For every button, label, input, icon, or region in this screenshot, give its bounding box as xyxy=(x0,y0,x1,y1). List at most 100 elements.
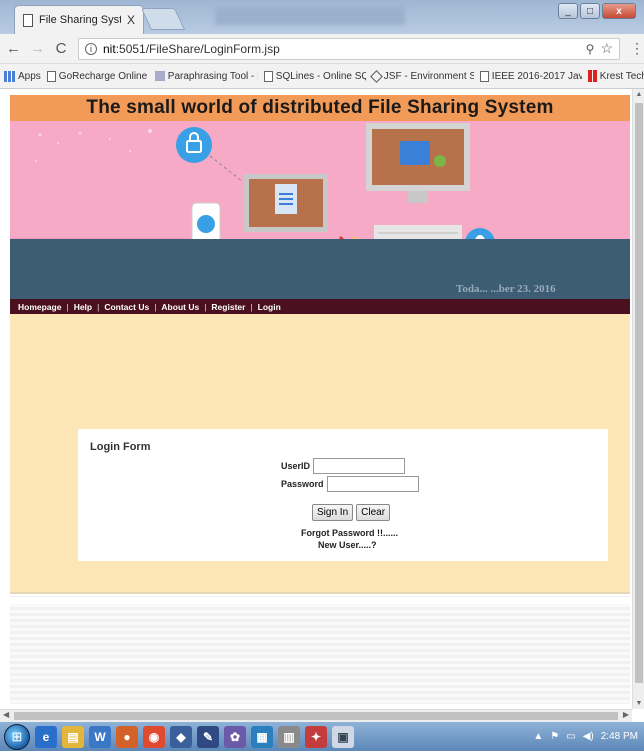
site-title-bar: The small world of distributed File Shar… xyxy=(10,95,630,121)
show-hidden-icons-icon[interactable]: ▲ xyxy=(533,731,543,742)
nav-contact-us[interactable]: Contact Us xyxy=(104,302,149,312)
nav-register[interactable]: Register xyxy=(211,302,245,312)
new-user-link[interactable]: New User.....? xyxy=(318,540,377,550)
login-form: Login Form UserID Password Sign In Clear… xyxy=(78,429,608,561)
bookmark-gorecharge[interactable]: GoRecharge Online P xyxy=(46,70,149,82)
forgot-password-link[interactable]: Forgot Password !!...... xyxy=(301,528,398,538)
volume-icon[interactable]: ◀) xyxy=(583,731,594,742)
password-row: Password xyxy=(281,476,419,492)
userid-input[interactable] xyxy=(313,458,406,474)
browser-window: File Sharing System X _ □ x ← → C i nit:… xyxy=(0,0,644,751)
tab-title: File Sharing System xyxy=(39,14,121,26)
clear-button[interactable]: Clear xyxy=(356,504,391,521)
url-text[interactable]: nit:5051/FileShare/LoginForm.jsp xyxy=(103,42,580,56)
scroll-left-arrow-icon[interactable]: ◀ xyxy=(3,710,9,719)
site-nav: Homepage | Help | Contact Us | About Us … xyxy=(10,299,630,314)
page-viewport: The small world of distributed File Shar… xyxy=(0,89,632,709)
paint-icon[interactable]: ✿ xyxy=(224,725,246,748)
app-icon[interactable]: ▣ xyxy=(332,725,354,748)
reload-icon[interactable]: C xyxy=(54,40,68,57)
close-window-button[interactable]: x xyxy=(602,3,636,19)
app-icon[interactable]: ✦ xyxy=(305,725,327,748)
start-button[interactable]: ⊞ xyxy=(4,723,30,750)
notepad-icon[interactable]: ▥ xyxy=(278,725,300,748)
tab-close-button[interactable]: X xyxy=(127,13,135,27)
footer-area xyxy=(10,604,630,704)
footer-divider xyxy=(10,596,630,597)
nav-login[interactable]: Login xyxy=(258,302,281,312)
word-icon[interactable]: W xyxy=(89,725,111,748)
media-icon[interactable]: ● xyxy=(116,725,138,748)
maximize-button[interactable]: □ xyxy=(580,3,600,19)
login-form-heading: Login Form xyxy=(90,441,151,453)
vertical-scrollbar[interactable]: ▲ ▼ xyxy=(632,89,644,709)
page-icon xyxy=(23,13,33,27)
nav-help[interactable]: Help xyxy=(74,302,92,312)
nav-homepage[interactable]: Homepage xyxy=(18,302,61,312)
new-tab-button[interactable] xyxy=(140,8,186,30)
scroll-right-arrow-icon[interactable]: ▶ xyxy=(623,710,629,719)
sign-in-button[interactable]: Sign In xyxy=(312,504,354,521)
scroll-down-arrow-icon[interactable]: ▼ xyxy=(633,700,644,707)
hscrollbar-thumb[interactable] xyxy=(14,712,618,720)
header-banner: Toda... ...ber 23. 2016 xyxy=(10,121,630,299)
horizontal-scrollbar[interactable]: ◀ ▶ xyxy=(0,709,632,722)
forward-arrow-icon[interactable]: → xyxy=(30,40,45,57)
bookmark-paraphrasing[interactable]: Paraphrasing Tool - F xyxy=(154,71,258,82)
bookmark-krest[interactable]: Krest Technology | Fr xyxy=(587,70,644,82)
banner-date: Toda... ...ber 23. 2016 xyxy=(456,283,556,295)
chrome-icon[interactable]: ◉ xyxy=(143,725,165,748)
bookmark-sqlines[interactable]: SQLines - Online SQL xyxy=(263,70,366,82)
window-controls: _ □ x xyxy=(558,3,636,19)
paraphrase-icon xyxy=(154,71,165,81)
app-icon[interactable]: ▦ xyxy=(251,725,273,748)
nav-separator: | xyxy=(204,301,207,312)
folder-icon xyxy=(400,141,430,165)
userid-label: UserID xyxy=(281,461,311,471)
scroll-up-arrow-icon[interactable]: ▲ xyxy=(633,91,644,98)
chat-icon xyxy=(197,215,215,233)
bookmark-apps[interactable]: Apps xyxy=(4,70,41,82)
windows-taskbar: ⊞ e ▤ W ● ◉ ◆ ✎ ✿ ▦ ▥ ✦ ▣ ▲ ⚑ ▭ ◀) 2:48 … xyxy=(0,722,644,751)
browser-tab[interactable]: File Sharing System X xyxy=(14,5,144,34)
blurred-window-title xyxy=(215,7,405,25)
nav-separator: | xyxy=(66,301,69,312)
menu-kebab-icon[interactable]: ⋮ xyxy=(630,40,644,57)
form-buttons: Sign In Clear xyxy=(312,504,391,521)
tab-strip: File Sharing System X _ □ x xyxy=(0,0,644,34)
nav-separator: | xyxy=(250,301,253,312)
url-host: nit xyxy=(103,41,116,56)
diamond-icon xyxy=(369,69,383,83)
flag-icon[interactable]: ⚑ xyxy=(550,731,559,742)
site-title: The small world of distributed File Shar… xyxy=(86,97,554,118)
nav-separator: | xyxy=(97,301,100,312)
explorer-icon[interactable]: ▤ xyxy=(62,725,84,748)
nav-about-us[interactable]: About Us xyxy=(161,302,199,312)
bookmark-ieee[interactable]: IEEE 2016-2017 Java. xyxy=(479,70,582,82)
tool-icon[interactable]: ✎ xyxy=(197,725,219,748)
password-label: Password xyxy=(281,479,324,489)
scrollbar-thumb[interactable] xyxy=(635,103,643,683)
info-icon[interactable]: i xyxy=(85,42,97,55)
clock[interactable]: 2:48 PM xyxy=(601,731,638,742)
url-path: :5051/FileShare/LoginForm.jsp xyxy=(115,41,280,56)
krest-icon xyxy=(587,70,592,82)
apps-grid-icon xyxy=(4,70,15,82)
browser-toolbar: ← → C i nit:5051/FileShare/LoginForm.jsp… xyxy=(0,34,644,64)
page-icon xyxy=(479,70,489,82)
nav-separator: | xyxy=(154,301,157,312)
zoom-icon[interactable]: ⚲ xyxy=(586,42,595,56)
minimize-button[interactable]: _ xyxy=(558,3,578,19)
ie-icon[interactable]: e xyxy=(35,725,57,748)
bookmarks-bar: Apps GoRecharge Online P Paraphrasing To… xyxy=(0,64,644,89)
bookmark-jsf[interactable]: JSF - Environment Set xyxy=(369,69,474,83)
shield-icon[interactable]: ◆ xyxy=(170,725,192,748)
page-icon xyxy=(46,70,56,82)
system-tray: ▲ ⚑ ▭ ◀) 2:48 PM xyxy=(533,722,638,751)
network-icon[interactable]: ▭ xyxy=(566,731,575,742)
password-input[interactable] xyxy=(326,476,419,492)
address-bar[interactable]: i nit:5051/FileShare/LoginForm.jsp ⚲ ☆ xyxy=(78,37,620,60)
back-arrow-icon[interactable]: ← xyxy=(6,40,21,57)
bookmark-star-icon[interactable]: ☆ xyxy=(600,40,613,57)
userid-row: UserID xyxy=(281,458,406,474)
